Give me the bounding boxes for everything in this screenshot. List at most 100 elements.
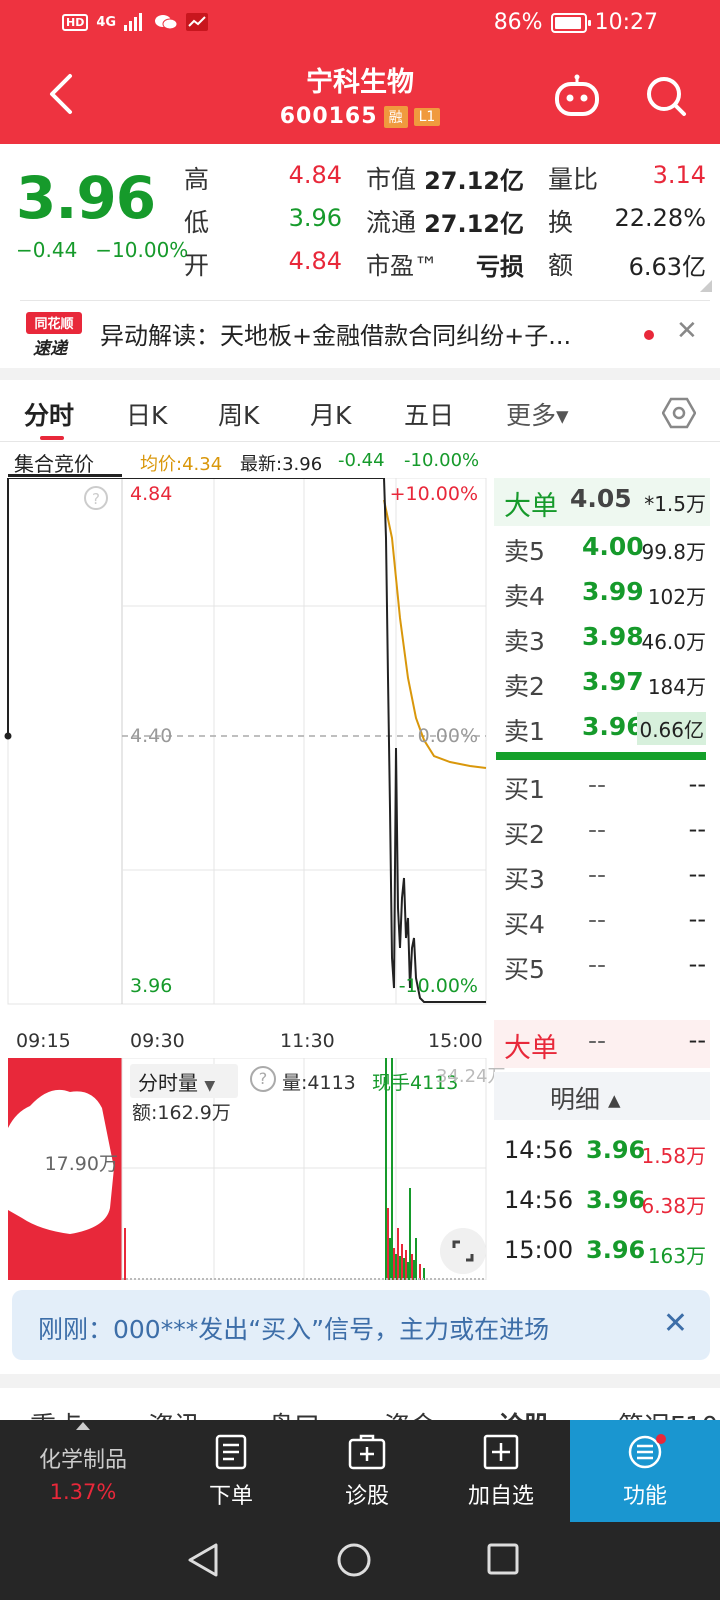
ask-label: 卖3 [504,627,545,656]
help-icon[interactable]: ? [250,1066,276,1092]
diagnose-button[interactable]: 诊股 [298,1420,436,1522]
volume-type-selector[interactable]: 分时量 ▼ [130,1064,238,1098]
caret-up-icon [76,1422,90,1430]
ask-price: 3.99 [582,577,644,606]
auction-underline [8,474,122,477]
functions-label: 功能 [622,1484,667,1509]
bid-price: -- [588,905,607,934]
ask-vol: 184万 [647,675,706,699]
bid-row[interactable]: 买5 -- -- [494,944,710,988]
add-box-icon [483,1434,519,1470]
nav-recents-icon[interactable] [486,1542,520,1576]
ask-price: 3.98 [582,622,644,651]
price-change: −0.44 [16,238,78,262]
tab-intraday[interactable]: 分时 [24,396,74,432]
bid-vol: -- [688,815,706,843]
news-headline[interactable]: 异动解读：天地板+金融借款合同纠纷+子... [100,316,571,351]
big-order-price: 4.05 [570,484,632,513]
bid-vol: -- [688,860,706,888]
bid-label: 买3 [504,865,545,894]
ask-row[interactable]: 卖1 3.96 0.66亿 [494,706,710,750]
chart-change-label: -0.44 [338,450,385,471]
time-label: 11:30 [280,1030,335,1052]
bid-price: -- [588,860,607,889]
tab-f10[interactable]: 简况F10 [618,1406,718,1420]
bid-row[interactable]: 买2 -- -- [494,809,710,853]
bid-vol: -- [688,770,706,798]
stock-code: 600165 [279,104,378,129]
ask-row[interactable]: 卖4 3.99 102万 [494,571,710,615]
add-watchlist-label: 加自选 [467,1484,534,1509]
news-strip[interactable]: 同花顺 速递 异动解读：天地板+金融借款合同纠纷+子... ✕ [0,302,720,368]
section-gap [0,1374,720,1388]
sector-pct: 1.37% [49,1480,117,1504]
level-tag: L1 [413,107,441,126]
trade-row: 15:00 3.96 163万 [494,1230,710,1274]
expand-corner-icon[interactable] [700,280,712,292]
search-icon[interactable] [642,72,690,120]
pe-label: 市盈™ [366,252,438,280]
tab-daily-k[interactable]: 日K [126,396,167,432]
ask-row[interactable]: 卖3 3.98 46.0万 [494,616,710,660]
bid-row[interactable]: 买4 -- -- [494,899,710,943]
close-icon[interactable]: ✕ [663,1306,688,1341]
turnover-value: 22.28% [614,204,706,232]
bid-row[interactable]: 买1 -- -- [494,764,710,808]
notification-dot [656,1434,666,1444]
ask-vol: 102万 [647,585,706,609]
tab-five-day[interactable]: 五日 [404,396,454,432]
big-order-label: 大单 [504,491,558,522]
tab-news[interactable]: 资讯 [148,1406,200,1420]
ask-row[interactable]: 卖2 3.97 184万 [494,661,710,705]
trade-vol: 6.38万 [641,1194,706,1218]
tab-weekly-k[interactable]: 周K [218,396,259,432]
big-order-vol: -- [688,1026,706,1054]
hd-indicator: HD [62,13,89,31]
bid-row[interactable]: 买3 -- -- [494,854,710,898]
signal-icon [124,13,143,31]
ask-vol: 99.8万 [641,540,706,564]
order-button[interactable]: 下单 [162,1420,300,1522]
tab-monthly-k[interactable]: 月K [310,396,351,432]
chart-grid [7,478,487,1005]
nav-back-icon[interactable] [186,1542,220,1578]
signal-text[interactable]: 刚刚：000***发出“买入”信号，主力或在进场 [38,1310,549,1346]
margin-tag: 融 [383,105,408,128]
diagnose-icon [348,1434,386,1470]
open-label: 开 [184,251,210,280]
trade-row: 14:56 3.96 1.58万 [494,1130,710,1174]
latest-price-label: 最新:3.96 [240,454,323,475]
tab-diagnose[interactable]: 诊股 [498,1406,550,1420]
big-order-bid-row[interactable]: 大单 -- -- [494,1020,710,1068]
big-order-label: 大单 [504,1033,558,1064]
chart-header: 集合竞价 均价:4.34 最新:3.96 -0.44 -10.00% [0,444,494,478]
settings-icon[interactable] [662,396,696,430]
close-icon[interactable]: ✕ [676,316,698,346]
big-order-row[interactable]: 大单 4.05 *1.5万 [494,478,710,526]
time-label: 09:30 [130,1030,185,1052]
signal-banner[interactable]: 刚刚：000***发出“买入”信号，主力或在进场 ✕ [12,1290,710,1360]
ask-label: 卖4 [504,582,545,611]
assistant-robot-icon[interactable] [552,74,602,118]
ask-row[interactable]: 卖5 4.00 99.8万 [494,526,710,570]
trade-time: 15:00 [504,1236,574,1264]
network-indicator: 4G [96,14,117,30]
intraday-price-chart[interactable]: ? 4.84 4.40 3.96 +10.00% 0.00% -10.00% [0,478,494,1024]
tab-key-points[interactable]: 重点 [30,1406,82,1420]
tab-funds[interactable]: 资金 [384,1406,436,1420]
sector-button[interactable]: 化学制品 1.37% [0,1420,166,1522]
tab-more[interactable]: 更多▾ [506,396,569,432]
clock: 10:27 [594,10,658,35]
order-form-icon [215,1434,247,1470]
nav-home-icon[interactable] [336,1542,372,1578]
tab-market-depth[interactable]: 盘口 [268,1406,320,1420]
trade-detail-toggle[interactable]: 明细 ▴ [494,1072,710,1120]
order-label: 下单 [208,1484,253,1509]
time-axis: 09:15 09:30 11:30 15:00 [0,1028,494,1056]
trade-vol: 1.58万 [641,1144,706,1168]
functions-button[interactable]: 功能 [570,1420,720,1522]
app-header: HD 4G 86% 10:27 宁科生物 600165 融 L1 [0,0,720,144]
add-watchlist-button[interactable]: 加自选 [432,1420,570,1522]
bid-price: -- [588,950,607,979]
fullscreen-icon[interactable] [440,1228,486,1274]
